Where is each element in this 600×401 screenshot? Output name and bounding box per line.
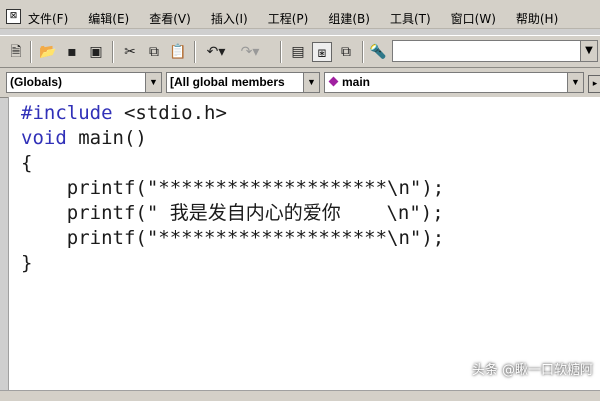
toolbar-separator bbox=[362, 41, 364, 63]
code-line: { bbox=[21, 152, 33, 174]
keyword: #include bbox=[21, 102, 113, 124]
cut-icon[interactable]: ✂ bbox=[120, 42, 140, 62]
code-line: printf("********************\n"); bbox=[21, 177, 445, 199]
new-file-icon[interactable]: 🗎 bbox=[6, 42, 26, 62]
menu-tools[interactable]: 工具(T) bbox=[390, 10, 431, 27]
class-scope-select[interactable]: (Globals) ▼ bbox=[6, 72, 162, 93]
filter-select[interactable]: [All global members ▼ bbox=[166, 72, 320, 93]
menu-build[interactable]: 组建(B) bbox=[328, 10, 370, 27]
find-in-files-icon[interactable]: 🔦 bbox=[368, 42, 388, 62]
code-line: } bbox=[21, 252, 33, 274]
ide-window: ⊠ 文件(F) 编辑(E) 查看(V) 插入(I) 工程(P) 组建(B) 工具… bbox=[0, 0, 600, 401]
chevron-down-icon[interactable]: ▼ bbox=[303, 73, 319, 92]
paste-icon[interactable]: 📋 bbox=[168, 42, 188, 62]
menu-help[interactable]: 帮助(H) bbox=[516, 10, 558, 27]
code-line: printf("********************\n"); bbox=[21, 227, 445, 249]
code-line: #include <stdio.h> bbox=[21, 102, 227, 124]
filter-value: [All global members bbox=[170, 75, 285, 89]
member-select[interactable]: main ▼ bbox=[324, 72, 584, 93]
toolbar-separator bbox=[30, 41, 32, 63]
menu-items: 文件(F) 编辑(E) 查看(V) 插入(I) 工程(P) 组建(B) 工具(T… bbox=[28, 10, 558, 27]
menu-insert[interactable]: 插入(I) bbox=[211, 10, 248, 27]
window-list-icon[interactable]: ⧉ bbox=[336, 42, 356, 62]
function-icon bbox=[328, 76, 339, 87]
open-folder-icon[interactable]: 📂 bbox=[38, 42, 58, 62]
code-text[interactable]: #include <stdio.h> void main() { printf(… bbox=[21, 101, 444, 276]
chevron-down-icon[interactable]: ▼ bbox=[580, 41, 597, 61]
system-menu-icon[interactable]: ⊠ bbox=[6, 9, 21, 24]
wizard-action-icon[interactable]: ▸ bbox=[588, 75, 600, 93]
workspace-icon[interactable]: ▤ bbox=[288, 42, 308, 62]
find-combo[interactable]: ▼ bbox=[392, 40, 598, 62]
code-editor[interactable]: #include <stdio.h> void main() { printf(… bbox=[8, 97, 600, 390]
redo-icon[interactable]: ↷▾ bbox=[236, 42, 264, 62]
watermark: 头条 @瞅一口软糖阿 bbox=[471, 363, 593, 378]
standard-toolbar: 🗎 📂 ▪ ▣ ✂ ⧉ 📋 ↶▾ ↷▾ ▤ ⧆ ⧉ 🔦 ▼ bbox=[0, 35, 600, 68]
member-value: main bbox=[342, 75, 371, 89]
toolbar-separator bbox=[194, 41, 196, 63]
copy-icon[interactable]: ⧉ bbox=[144, 42, 164, 62]
chevron-down-icon[interactable]: ▼ bbox=[145, 73, 161, 92]
code-line: void main() bbox=[21, 127, 147, 149]
wizard-bar: (Globals) ▼ [All global members ▼ main ▼… bbox=[0, 68, 600, 98]
save-all-icon[interactable]: ▣ bbox=[86, 42, 106, 62]
toolbar-separator bbox=[280, 41, 282, 63]
menu-edit[interactable]: 编辑(E) bbox=[88, 10, 129, 27]
code-line: printf(" 我是发自内心的爱你 \n"); bbox=[21, 202, 444, 224]
output-icon[interactable]: ⧆ bbox=[312, 42, 332, 62]
menu-bar: ⊠ 文件(F) 编辑(E) 查看(V) 插入(I) 工程(P) 组建(B) 工具… bbox=[0, 0, 600, 29]
toolbar-separator bbox=[112, 41, 114, 63]
menu-file[interactable]: 文件(F) bbox=[28, 10, 68, 27]
save-icon[interactable]: ▪ bbox=[62, 42, 82, 62]
undo-icon[interactable]: ↶▾ bbox=[202, 42, 230, 62]
keyword: void bbox=[21, 127, 67, 149]
menu-project[interactable]: 工程(P) bbox=[268, 10, 309, 27]
chevron-down-icon[interactable]: ▼ bbox=[567, 73, 583, 92]
menu-view[interactable]: 查看(V) bbox=[149, 10, 191, 27]
menu-window[interactable]: 窗口(W) bbox=[451, 10, 496, 27]
status-bar bbox=[0, 390, 600, 401]
class-scope-value: (Globals) bbox=[10, 75, 63, 89]
